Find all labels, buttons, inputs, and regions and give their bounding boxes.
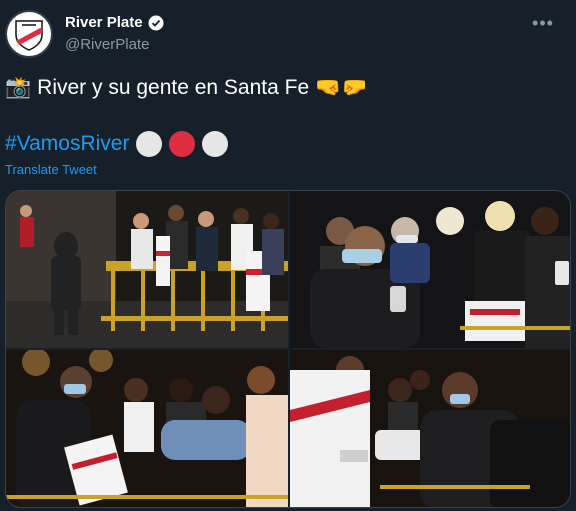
camera-flash-icon: 📸: [5, 76, 32, 99]
tweet-header: River Plate @RiverPlate •••: [5, 8, 566, 60]
photo-4-image: [290, 350, 570, 507]
white-circle-icon: [202, 131, 229, 157]
red-circle-icon: [169, 131, 196, 157]
media-grid: [5, 190, 571, 508]
tweet-line-2: #VamosRiver: [5, 130, 229, 158]
hashtag-link[interactable]: #VamosRiver: [5, 130, 129, 158]
media-photo-1[interactable]: [6, 191, 288, 348]
tweet-text: River y su gente en Santa Fe: [37, 76, 310, 99]
river-plate-crest-icon: [15, 20, 43, 51]
more-options-icon[interactable]: •••: [528, 8, 558, 38]
photo-1-image: [6, 191, 288, 348]
media-photo-4[interactable]: [290, 350, 570, 507]
translate-tweet-link[interactable]: Translate Tweet: [5, 162, 97, 177]
account-names: River Plate @RiverPlate: [65, 13, 164, 55]
display-name[interactable]: River Plate: [65, 13, 164, 33]
fist-bump-icon: 🤜🤛: [315, 76, 368, 99]
media-photo-2[interactable]: [290, 191, 570, 348]
photo-3-image: [6, 350, 288, 507]
verified-badge-icon: [148, 15, 164, 31]
white-circle-icon: [136, 131, 163, 157]
tweet-line-1: 📸 River y su gente en Santa Fe 🤜🤛: [5, 74, 367, 102]
media-photo-3[interactable]: [6, 350, 288, 507]
avatar[interactable]: [5, 10, 53, 58]
account-handle[interactable]: @RiverPlate: [65, 35, 164, 55]
photo-2-image: [290, 191, 570, 348]
display-name-text: River Plate: [65, 14, 143, 31]
